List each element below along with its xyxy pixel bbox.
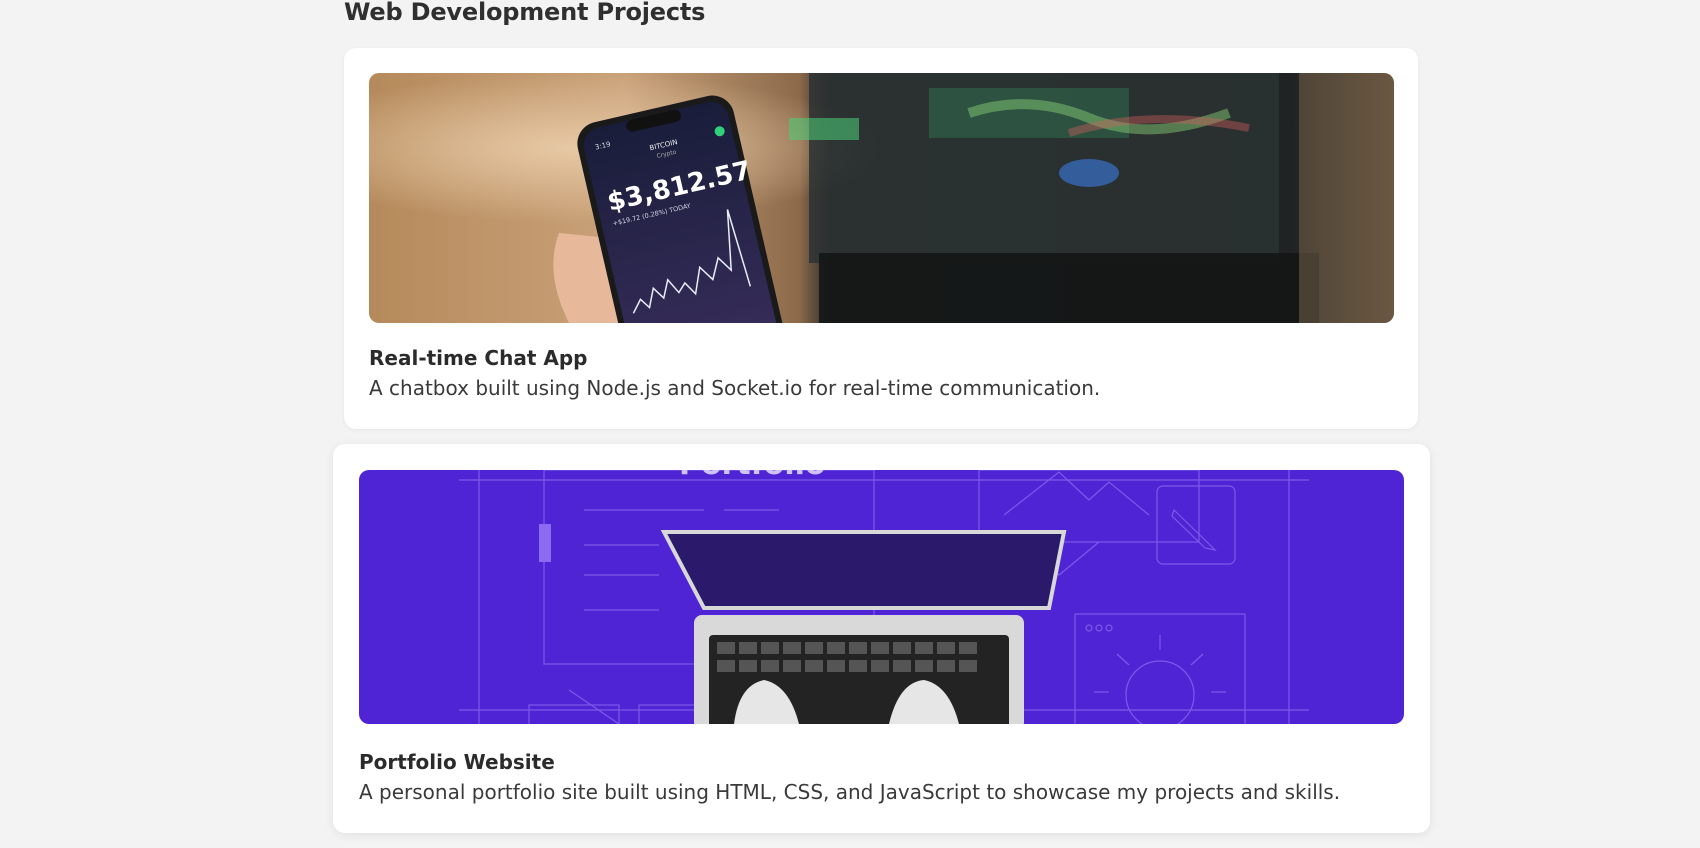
phone-crypto-chart-photo-icon: 3:19 BITCOIN Crypto $3,812.57 +$19.72 (0… <box>369 73 1394 323</box>
svg-text:Portfolio: Portfolio <box>679 470 826 482</box>
project-description: A personal portfolio site built using HT… <box>359 780 1341 804</box>
project-title: Portfolio Website <box>359 750 555 774</box>
laptop-portfolio-illustration-icon: Portfolio <box>359 470 1404 724</box>
project-title: Real-time Chat App <box>369 346 588 370</box>
section-title: Web Development Projects <box>344 0 706 26</box>
project-description: A chatbox built using Node.js and Socket… <box>369 376 1101 400</box>
project-image-chat-app: 3:19 BITCOIN Crypto $3,812.57 +$19.72 (0… <box>369 73 1394 323</box>
project-card-chat-app[interactable]: 3:19 BITCOIN Crypto $3,812.57 +$19.72 (0… <box>344 48 1418 429</box>
project-image-portfolio: Portfolio <box>359 470 1404 724</box>
project-card-portfolio[interactable]: Portfolio Portfolio Website A personal p… <box>333 444 1430 833</box>
